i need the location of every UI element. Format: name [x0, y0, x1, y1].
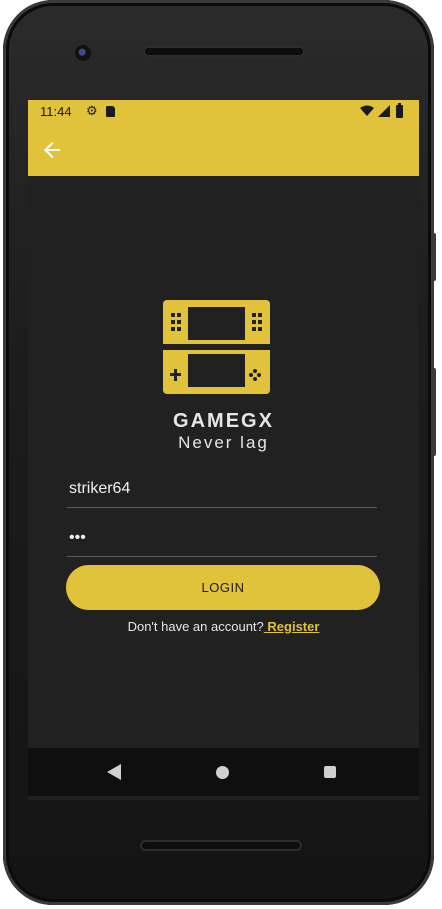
handheld-console-icon [163, 300, 270, 394]
power-button [431, 233, 436, 281]
sd-card-icon [106, 106, 115, 117]
gear-icon: ⚙ [86, 103, 98, 118]
login-button[interactable]: LOGIN [66, 565, 380, 610]
nav-recents-icon[interactable] [324, 766, 336, 778]
register-prompt: Don't have an account? [127, 619, 264, 634]
bottom-speaker [140, 840, 302, 851]
phone-frame: 11:44 ⚙ GAMEGX Never lag striker64 ••• L… [3, 0, 436, 905]
navigation-bar [28, 748, 419, 796]
app-bar [28, 124, 419, 176]
status-bar: 11:44 ⚙ [28, 100, 419, 124]
username-field[interactable]: striker64 [67, 474, 377, 508]
register-row: Don't have an account? Register [28, 619, 419, 634]
signal-icon [378, 105, 390, 117]
app-screen: 11:44 ⚙ GAMEGX Never lag striker64 ••• L… [28, 100, 419, 800]
status-time: 11:44 [40, 104, 72, 119]
password-field[interactable]: ••• [67, 523, 377, 557]
register-link[interactable]: Register [264, 619, 319, 634]
front-camera [75, 45, 91, 61]
wifi-icon [360, 105, 374, 116]
arrow-back-icon[interactable] [40, 138, 64, 162]
earpiece-speaker [143, 46, 305, 57]
brand-tagline: Never lag [178, 433, 269, 452]
battery-icon [396, 103, 403, 118]
nav-home-icon[interactable] [216, 766, 229, 779]
volume-button [431, 368, 436, 456]
nav-back-icon[interactable] [107, 764, 121, 780]
brand-name: GAMEGX [173, 410, 274, 432]
